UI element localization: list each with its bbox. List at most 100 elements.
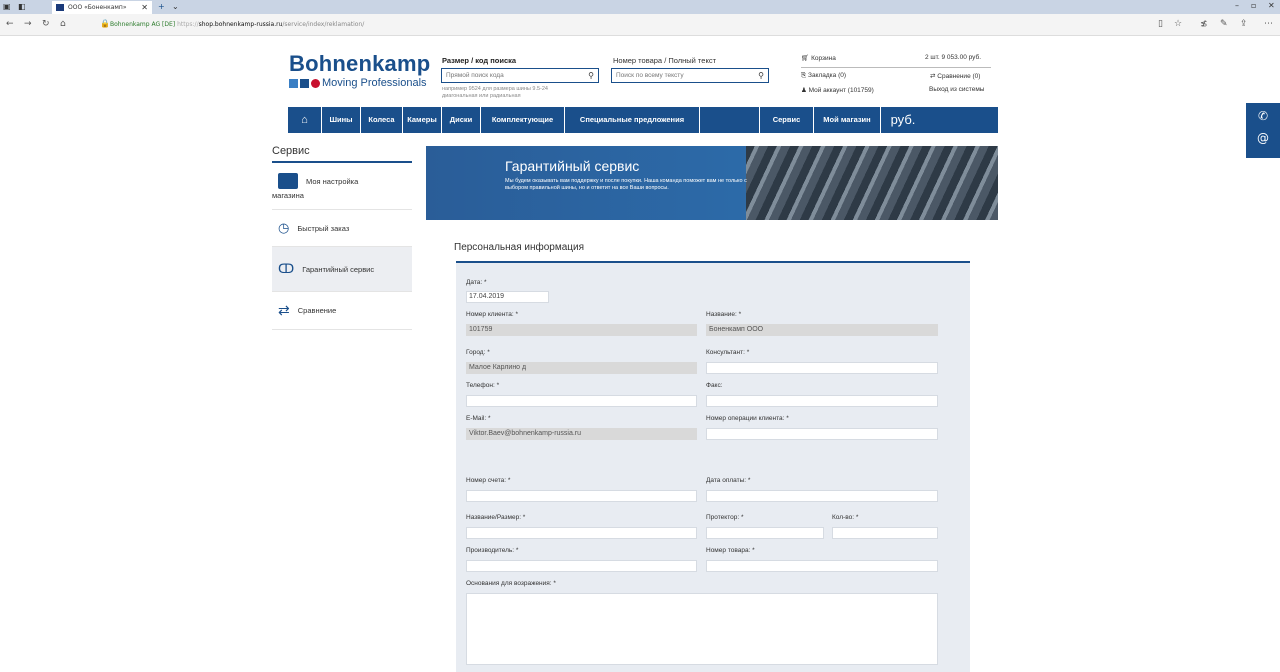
- tab-title: ООО «Боненкамп»: [68, 4, 127, 11]
- service-banner: Гарантийный сервис Мы будем оказывать ва…: [426, 146, 998, 220]
- more-icon[interactable]: ⋯: [1264, 19, 1273, 29]
- nav-my-shop[interactable]: Мой магазин: [814, 107, 881, 133]
- sidebar-item-shop-settings[interactable]: Моя настройка магазина: [272, 163, 412, 210]
- size-search-label: Размер / код поиска: [442, 56, 517, 65]
- quantity-field[interactable]: [832, 527, 938, 539]
- sidebar-item-label: Гарантийный сервис: [302, 264, 375, 274]
- close-tab-icon[interactable]: ✕: [141, 1, 148, 14]
- consultant-field[interactable]: [706, 362, 938, 374]
- tab-aside-icon[interactable]: ◧: [18, 1, 26, 13]
- url-path: /service/index/reklamation/: [282, 21, 365, 28]
- invoice-number-field[interactable]: [466, 490, 697, 502]
- fax-field[interactable]: [706, 395, 938, 407]
- logo-circle-red: [311, 78, 320, 88]
- bookmark-label: Закладка (0): [808, 72, 847, 79]
- company-name-field: Боненкамп ООО: [706, 324, 938, 336]
- maximize-icon[interactable]: ▫: [1251, 1, 1256, 10]
- quantity-label: Кол-во: *: [832, 514, 859, 521]
- date-field[interactable]: 17.04.2019: [466, 291, 549, 303]
- item-name-label: Название/Размер: *: [466, 514, 526, 521]
- warranty-form: Дата: * 17.04.2019 Номер клиента: * 1017…: [456, 263, 970, 672]
- nav-tires[interactable]: Шины: [322, 107, 361, 133]
- tab-list-icon[interactable]: ⌄: [172, 1, 179, 13]
- sidebar-item-label-cont: магазина: [272, 191, 304, 200]
- item-number-field[interactable]: [706, 560, 938, 572]
- nav-tubes[interactable]: Камеры: [403, 107, 442, 133]
- phone-field[interactable]: [466, 395, 697, 407]
- store-icon: [278, 173, 298, 189]
- clock-icon: ◷: [278, 220, 290, 235]
- logo-square-dark: [300, 78, 309, 88]
- nav-service[interactable]: Сервис: [760, 107, 814, 133]
- invoice-number-label: Номер счета: *: [466, 477, 511, 484]
- tab-actions-icon[interactable]: ▣: [3, 1, 11, 13]
- nav-rims[interactable]: Диски: [442, 107, 481, 133]
- consultant-label: Консультант: *: [706, 349, 750, 356]
- warranty-icon: ↀ: [278, 261, 295, 276]
- contact-widget: ✆ @: [1246, 103, 1280, 158]
- nav-special-offers[interactable]: Специальные предложения: [565, 107, 700, 133]
- email-label: E-Mail: *: [466, 415, 491, 422]
- nav-wheels[interactable]: Колеса: [361, 107, 403, 133]
- search-icon[interactable]: ⚲: [588, 69, 594, 82]
- close-window-icon[interactable]: ✕: [1268, 1, 1275, 10]
- favicon-icon: [56, 4, 64, 11]
- cart-summary[interactable]: 2 шт. 9 053.00 руб.: [925, 54, 981, 61]
- share-icon[interactable]: ⇪: [1240, 19, 1248, 29]
- home-icon[interactable]: ⌂: [60, 19, 66, 29]
- account-link[interactable]: ♟ Мой аккаунт (101759): [801, 86, 874, 94]
- size-search-input[interactable]: Прямой поиск кода ⚲: [441, 68, 599, 83]
- logout-link[interactable]: Выход из системы: [929, 86, 984, 93]
- nav-spacer: [700, 107, 760, 133]
- manufacturer-field[interactable]: [466, 560, 697, 572]
- tread-field[interactable]: [706, 527, 824, 539]
- logo-wordmark: Bohnenkamp: [289, 51, 431, 76]
- objection-reason-textarea[interactable]: [466, 593, 938, 665]
- brand-logo[interactable]: Bohnenkamp Moving Professionals: [289, 51, 430, 89]
- sidebar-item-quick-order[interactable]: ◷ Быстрый заказ: [272, 210, 412, 247]
- cart-icon: 🛒︎: [801, 55, 812, 62]
- sidebar-title: Сервис: [272, 143, 412, 163]
- fulltext-search-input[interactable]: Поиск по всему тексту ⚲: [611, 68, 769, 83]
- payment-date-field[interactable]: [706, 490, 938, 502]
- compare-link[interactable]: ⇄ Сравнение (0): [930, 72, 980, 80]
- reading-view-icon[interactable]: ▯: [1158, 19, 1163, 29]
- logo-tagline: Moving Professionals: [322, 77, 427, 89]
- compare-arrows-icon: ⇄: [278, 302, 290, 318]
- minimize-icon[interactable]: –: [1235, 1, 1239, 10]
- at-icon[interactable]: @: [1246, 131, 1280, 145]
- address-field[interactable]: Bohnenkamp AG [DE] https://shop.bohnenka…: [110, 19, 1110, 31]
- banner-title: Гарантийный сервис: [505, 158, 640, 174]
- cart-link[interactable]: 🛒︎ Корзина: [801, 54, 836, 62]
- favorite-star-icon[interactable]: ☆: [1174, 19, 1182, 29]
- home-nav-icon[interactable]: ⌂: [288, 107, 322, 133]
- item-number-label: Номер товара: *: [706, 547, 755, 554]
- account-label: Мой аккаунт (101759): [808, 87, 874, 94]
- logo-square-light: [289, 78, 298, 88]
- cart-divider: [801, 67, 991, 68]
- new-tab-icon[interactable]: +: [158, 1, 165, 13]
- forward-icon[interactable]: →: [24, 19, 32, 29]
- operation-number-field[interactable]: [706, 428, 938, 440]
- date-label: Дата: *: [466, 279, 487, 286]
- search-icon[interactable]: ⚲: [758, 69, 764, 82]
- refresh-icon[interactable]: ↻: [42, 19, 50, 29]
- lock-icon: 🔒: [100, 19, 110, 28]
- sidebar-item-compare[interactable]: ⇄ Сравнение: [272, 292, 412, 330]
- banner-text: Мы будем оказывать вам поддержку и после…: [505, 178, 747, 191]
- browser-tab[interactable]: ООО «Боненкамп» ✕: [52, 1, 152, 14]
- url-scheme: https://: [177, 21, 199, 28]
- nav-currency[interactable]: руб.: [881, 107, 925, 133]
- phone-icon[interactable]: ✆: [1246, 109, 1280, 123]
- pen-icon[interactable]: ✎: [1220, 19, 1228, 29]
- back-icon[interactable]: ←: [6, 19, 14, 29]
- client-number-label: Номер клиента: *: [466, 311, 519, 318]
- bookmark-link[interactable]: ⎘ Закладка (0): [801, 72, 846, 80]
- objection-reason-label: Основания для возражения: *: [466, 580, 556, 587]
- favorites-hub-icon[interactable]: ≴: [1200, 19, 1208, 29]
- service-sidebar: Сервис Моя настройка магазина ◷ Быстрый …: [272, 143, 412, 330]
- item-name-field[interactable]: [466, 527, 697, 539]
- nav-accessories[interactable]: Комплектующие: [481, 107, 565, 133]
- payment-date-label: Дата оплаты: *: [706, 477, 751, 484]
- sidebar-item-warranty[interactable]: ↀ Гарантийный сервис: [272, 247, 412, 292]
